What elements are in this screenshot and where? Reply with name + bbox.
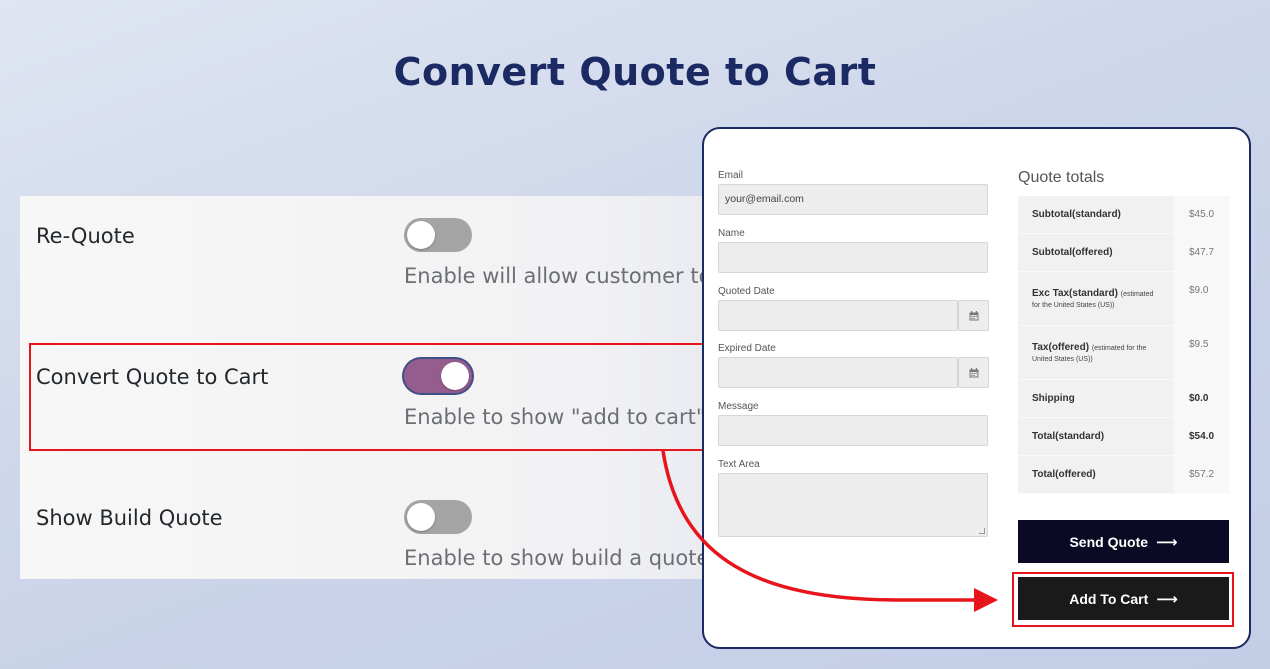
send-quote-label: Send Quote xyxy=(1069,533,1149,550)
setting-desc-re-quote: Enable will allow customer to xyxy=(404,264,712,288)
arrow-right-icon: ⟶ xyxy=(1156,590,1178,608)
settings-panel: Re-Quote Enable will allow customer to C… xyxy=(20,196,720,579)
toggle-knob xyxy=(407,221,435,249)
totals-row-value: $9.5 xyxy=(1174,326,1230,379)
text-area-label: Text Area xyxy=(718,459,760,470)
totals-row-label: Tax(offered) (estimated for the United S… xyxy=(1032,341,1147,363)
quote-totals-title: Quote totals xyxy=(1018,169,1105,186)
toggle-knob xyxy=(407,503,435,531)
toggle-knob xyxy=(441,362,469,390)
name-label: Name xyxy=(718,228,745,239)
totals-row: Exc Tax(standard) (estimated for the Uni… xyxy=(1018,272,1230,326)
totals-row-label: Exc Tax(standard) (estimated for the Uni… xyxy=(1032,287,1154,309)
totals-row: Tax(offered) (estimated for the United S… xyxy=(1018,326,1230,380)
expired-date-picker-button[interactable] xyxy=(958,357,989,388)
text-area-field[interactable] xyxy=(718,473,988,537)
totals-row-value: $9.0 xyxy=(1174,272,1230,325)
setting-label-show-build-quote: Show Build Quote xyxy=(36,506,223,530)
totals-row: Subtotal(standard) $45.0 xyxy=(1018,196,1230,234)
message-label: Message xyxy=(718,401,759,412)
totals-row-value: $45.0 xyxy=(1174,196,1230,233)
message-field[interactable] xyxy=(718,415,988,446)
totals-row: Subtotal(offered) $47.7 xyxy=(1018,234,1230,272)
totals-row-label: Total(standard) xyxy=(1032,431,1105,442)
email-label: Email xyxy=(718,170,744,181)
re-quote-toggle[interactable] xyxy=(404,218,472,252)
arrow-right-icon: ⟶ xyxy=(1156,533,1178,551)
email-field[interactable]: your@email.com xyxy=(718,184,988,215)
convert-quote-to-cart-toggle[interactable] xyxy=(404,359,472,393)
totals-row-value: $0.0 xyxy=(1174,380,1230,417)
totals-row-label: Shipping xyxy=(1032,393,1075,404)
totals-row-value: $47.7 xyxy=(1174,234,1230,271)
resize-grip-icon[interactable] xyxy=(979,528,985,534)
totals-row-label: Subtotal(offered) xyxy=(1032,247,1113,258)
totals-row: Total(standard) $54.0 xyxy=(1018,418,1230,456)
totals-row-label: Total(offered) xyxy=(1032,469,1096,480)
totals-row-label: Subtotal(standard) xyxy=(1032,209,1121,220)
expired-date-field[interactable] xyxy=(718,357,958,388)
totals-row-value: $54.0 xyxy=(1174,418,1230,455)
show-build-quote-toggle[interactable] xyxy=(404,500,472,534)
quote-card: Email your@email.com Name Quoted Date Ex… xyxy=(702,127,1251,649)
quoted-date-label: Quoted Date xyxy=(718,286,775,297)
totals-row-value: $57.2 xyxy=(1174,456,1230,493)
calendar-icon xyxy=(969,367,978,377)
quoted-date-field[interactable] xyxy=(718,300,958,331)
send-quote-button[interactable]: Send Quote ⟶ xyxy=(1018,520,1229,563)
setting-desc-convert-quote-to-cart: Enable to show "add to cart" xyxy=(404,405,706,429)
setting-desc-show-build-quote: Enable to show build a quote xyxy=(404,546,710,570)
add-to-cart-label: Add To Cart xyxy=(1069,590,1149,607)
setting-label-convert-quote-to-cart: Convert Quote to Cart xyxy=(36,365,269,389)
totals-row: Shipping $0.0 xyxy=(1018,380,1230,418)
calendar-icon xyxy=(969,310,978,320)
expired-date-label: Expired Date xyxy=(718,343,776,354)
quote-totals-table: Subtotal(standard) $45.0 Subtotal(offere… xyxy=(1018,196,1230,494)
add-to-cart-button[interactable]: Add To Cart ⟶ xyxy=(1018,577,1229,620)
name-field[interactable] xyxy=(718,242,988,273)
setting-label-re-quote: Re-Quote xyxy=(36,224,135,248)
totals-row: Total(offered) $57.2 xyxy=(1018,456,1230,494)
page-title: Convert Quote to Cart xyxy=(393,50,877,94)
quoted-date-picker-button[interactable] xyxy=(958,300,989,331)
